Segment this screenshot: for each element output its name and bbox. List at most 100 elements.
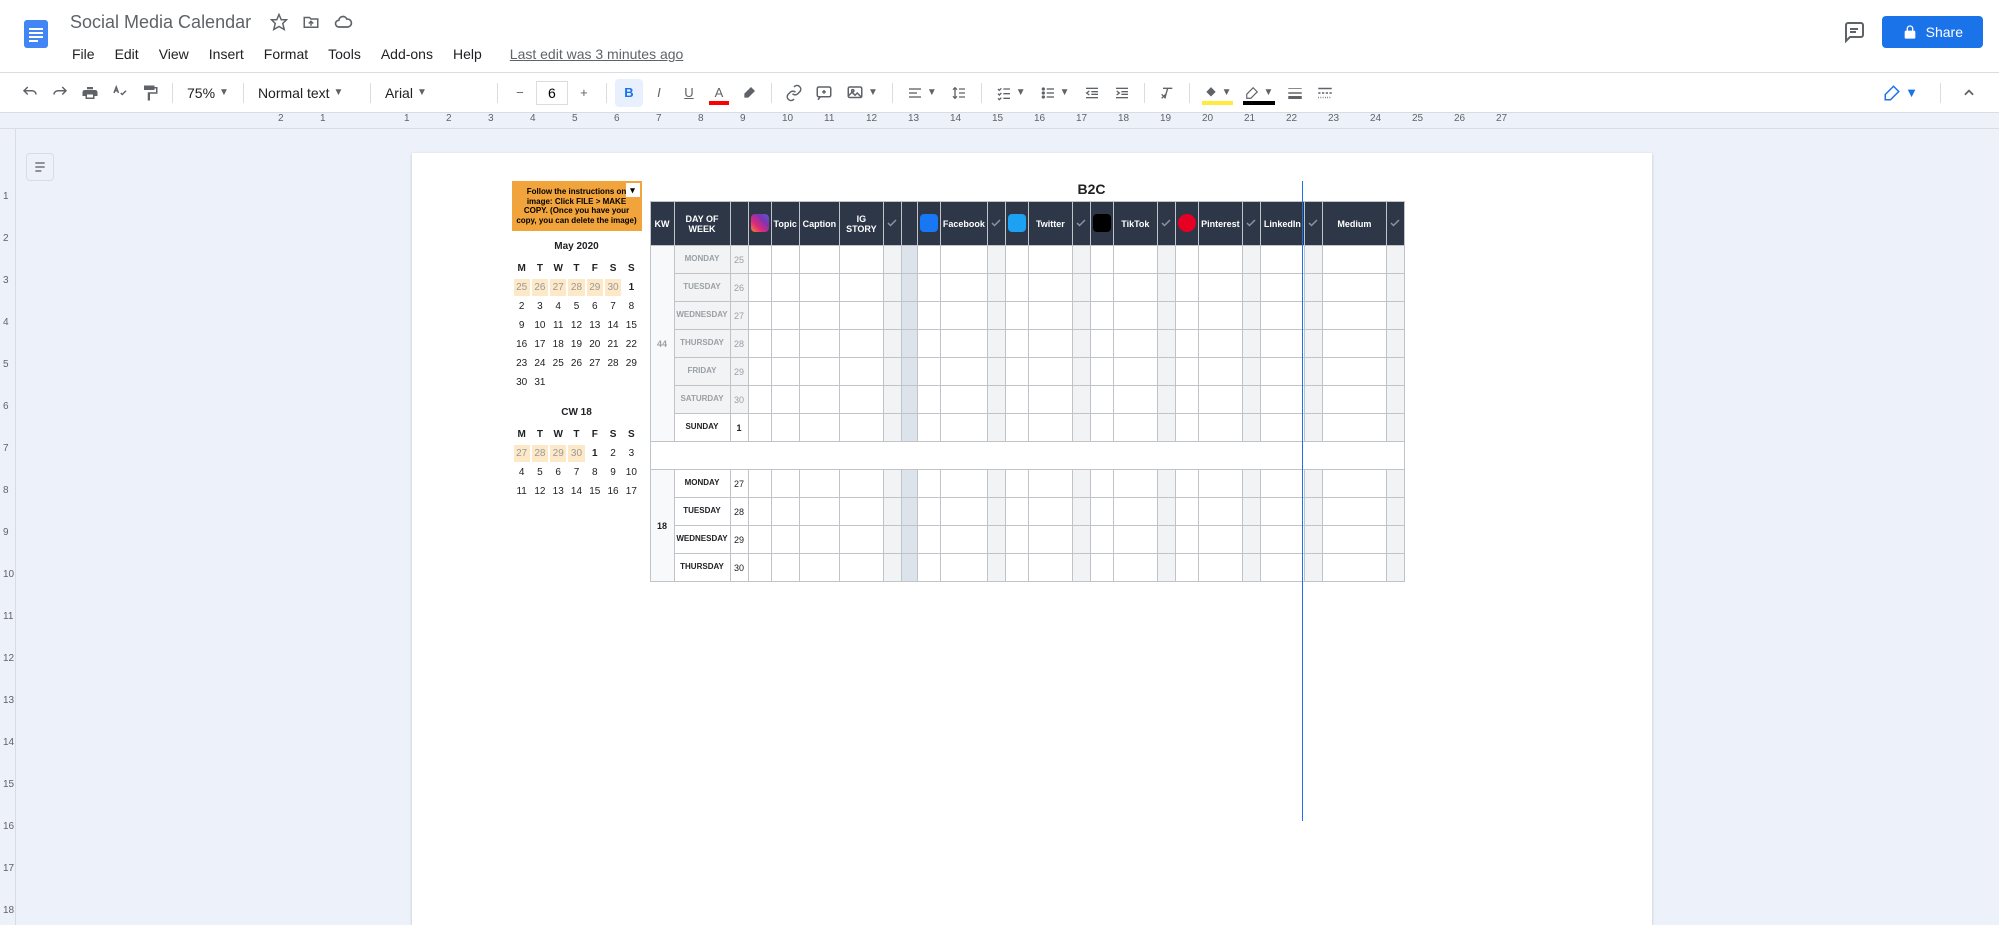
cell[interactable] xyxy=(1304,274,1322,302)
cell[interactable] xyxy=(1242,498,1260,526)
line-spacing-button[interactable] xyxy=(945,79,973,107)
cell[interactable] xyxy=(917,274,940,302)
table-row[interactable]: THURSDAY30 xyxy=(650,554,1404,582)
cell[interactable] xyxy=(1028,526,1072,554)
cell[interactable] xyxy=(1113,246,1157,274)
cell[interactable] xyxy=(1322,302,1386,330)
cell[interactable] xyxy=(1157,554,1175,582)
cell[interactable] xyxy=(1304,302,1322,330)
mini-day[interactable]: 15 xyxy=(623,317,639,334)
cell[interactable] xyxy=(1113,498,1157,526)
cell[interactable] xyxy=(901,386,917,414)
mini-day[interactable]: 10 xyxy=(623,464,639,481)
underline-button[interactable]: U xyxy=(675,79,703,107)
cell[interactable] xyxy=(839,554,883,582)
cell[interactable] xyxy=(901,526,917,554)
text-color-button[interactable]: A xyxy=(705,79,733,107)
cell[interactable] xyxy=(1090,302,1113,330)
cell[interactable] xyxy=(1005,526,1028,554)
table-row[interactable]: SUNDAY1 xyxy=(650,414,1404,442)
menu-addons[interactable]: Add-ons xyxy=(373,42,441,66)
checklist-button[interactable]: ▼ xyxy=(990,79,1032,107)
cell[interactable] xyxy=(799,302,839,330)
bold-button[interactable]: B xyxy=(615,79,643,107)
cell[interactable] xyxy=(1242,386,1260,414)
spellcheck-button[interactable] xyxy=(106,79,134,107)
cell[interactable] xyxy=(1072,330,1090,358)
cell[interactable] xyxy=(1175,386,1198,414)
cell[interactable] xyxy=(1005,274,1028,302)
highlight-button[interactable] xyxy=(735,79,763,107)
cell[interactable] xyxy=(839,358,883,386)
mini-day[interactable]: 11 xyxy=(550,317,566,334)
cell[interactable] xyxy=(771,498,799,526)
mini-day[interactable]: 3 xyxy=(532,298,548,315)
cell[interactable] xyxy=(1198,554,1242,582)
cell[interactable] xyxy=(901,554,917,582)
table-row[interactable]: 18MONDAY27 xyxy=(650,470,1404,498)
bulleted-list-button[interactable]: ▼ xyxy=(1034,79,1076,107)
table-row[interactable]: TUESDAY28 xyxy=(650,498,1404,526)
cell[interactable] xyxy=(917,526,940,554)
style-select[interactable]: Normal text▼ xyxy=(252,79,362,107)
cell[interactable] xyxy=(1028,554,1072,582)
mini-day[interactable]: 25 xyxy=(514,279,530,296)
cell[interactable] xyxy=(1304,246,1322,274)
cell[interactable] xyxy=(799,414,839,442)
cell[interactable] xyxy=(1198,386,1242,414)
cell[interactable] xyxy=(1113,414,1157,442)
cell[interactable] xyxy=(748,554,771,582)
cell[interactable] xyxy=(883,246,901,274)
cell[interactable] xyxy=(1090,274,1113,302)
mini-day[interactable]: 3 xyxy=(623,445,639,462)
cell[interactable] xyxy=(771,414,799,442)
cell[interactable] xyxy=(1198,330,1242,358)
cell[interactable] xyxy=(940,386,987,414)
cell[interactable] xyxy=(799,554,839,582)
cell[interactable] xyxy=(987,246,1005,274)
print-button[interactable] xyxy=(76,79,104,107)
cell[interactable] xyxy=(917,554,940,582)
mini-day[interactable]: 29 xyxy=(587,279,603,296)
cell[interactable] xyxy=(1198,302,1242,330)
cell[interactable] xyxy=(940,554,987,582)
cell[interactable] xyxy=(883,330,901,358)
cell[interactable] xyxy=(1386,414,1404,442)
add-comment-button[interactable] xyxy=(810,79,838,107)
menu-view[interactable]: View xyxy=(151,42,197,66)
share-button[interactable]: Share xyxy=(1882,16,1983,48)
font-size-input[interactable] xyxy=(536,81,568,105)
cell[interactable] xyxy=(1242,274,1260,302)
cell[interactable] xyxy=(1028,498,1072,526)
cell[interactable] xyxy=(1072,470,1090,498)
cell[interactable] xyxy=(748,386,771,414)
cell[interactable] xyxy=(748,274,771,302)
cloud-icon[interactable] xyxy=(333,12,353,32)
doc-title[interactable]: Social Media Calendar xyxy=(64,10,257,35)
cell[interactable] xyxy=(1322,330,1386,358)
cell[interactable] xyxy=(1175,526,1198,554)
mini-day[interactable]: 7 xyxy=(568,464,584,481)
clear-format-button[interactable] xyxy=(1153,79,1181,107)
cell[interactable] xyxy=(1386,554,1404,582)
cell[interactable] xyxy=(1260,358,1304,386)
cell[interactable] xyxy=(1304,526,1322,554)
cell[interactable] xyxy=(1157,414,1175,442)
cell[interactable] xyxy=(917,330,940,358)
cell[interactable] xyxy=(883,358,901,386)
redo-button[interactable] xyxy=(46,79,74,107)
mini-day[interactable]: 6 xyxy=(587,298,603,315)
page-scroll[interactable]: Follow the instructions on image: Click … xyxy=(64,129,1999,925)
mini-day[interactable]: 11 xyxy=(514,483,530,500)
border-color-button[interactable]: ▼ xyxy=(1239,79,1279,107)
table-row[interactable]: FRIDAY29 xyxy=(650,358,1404,386)
cell[interactable] xyxy=(1242,246,1260,274)
cell[interactable] xyxy=(940,330,987,358)
align-button[interactable]: ▼ xyxy=(901,79,943,107)
cell[interactable] xyxy=(1157,526,1175,554)
cell[interactable] xyxy=(901,498,917,526)
cell[interactable] xyxy=(883,554,901,582)
mini-day[interactable]: 4 xyxy=(514,464,530,481)
decrease-indent-button[interactable] xyxy=(1078,79,1106,107)
cell[interactable] xyxy=(1028,358,1072,386)
